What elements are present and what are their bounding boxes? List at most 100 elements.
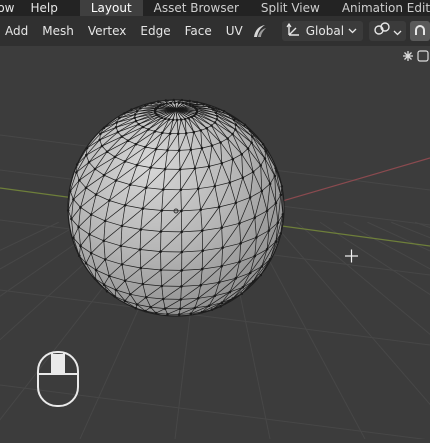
mesh-vertex[interactable] [240, 153, 243, 156]
mesh-vertex[interactable] [106, 150, 109, 153]
mesh-vertex[interactable] [215, 111, 218, 114]
mesh-vertex[interactable] [164, 168, 167, 171]
mesh-vertex[interactable] [180, 210, 183, 213]
mesh-vertex[interactable] [178, 102, 181, 105]
mesh-vertex[interactable] [85, 262, 88, 265]
mesh-vertex[interactable] [104, 220, 107, 223]
mesh-vertex[interactable] [192, 105, 195, 108]
mesh-vertex[interactable] [266, 210, 269, 213]
mesh-vertex[interactable] [205, 127, 208, 130]
mesh-vertex[interactable] [139, 107, 142, 110]
mesh-vertex[interactable] [88, 161, 91, 164]
mesh-vertex[interactable] [269, 183, 272, 186]
mesh-vertex[interactable] [140, 267, 143, 270]
mesh-vertex[interactable] [254, 216, 257, 219]
mesh-vertex[interactable] [201, 268, 204, 271]
mesh-vertex[interactable] [185, 132, 188, 135]
mesh-vertex[interactable] [121, 225, 124, 228]
mesh-vertex[interactable] [120, 245, 123, 248]
mesh-vertex[interactable] [277, 221, 280, 224]
mesh-vertex[interactable] [142, 207, 145, 210]
mesh-vertex[interactable] [169, 132, 172, 135]
transform-orientation-dropdown[interactable]: Global [282, 21, 363, 41]
mesh-vertex[interactable] [108, 199, 111, 202]
mesh-vertex[interactable] [129, 183, 132, 186]
mesh-vertex[interactable] [197, 297, 200, 300]
mesh-vertex[interactable] [124, 160, 127, 163]
mesh-vertex[interactable] [179, 168, 182, 171]
mesh-vertex[interactable] [261, 190, 264, 193]
mesh-vertex[interactable] [180, 231, 183, 234]
mesh-vertex[interactable] [115, 126, 118, 129]
mesh-vertex[interactable] [274, 175, 277, 178]
mesh-vertex[interactable] [90, 213, 93, 216]
mesh-vertex[interactable] [185, 103, 188, 106]
mesh-vertex[interactable] [184, 118, 187, 121]
mesh-vertex[interactable] [181, 251, 184, 254]
mesh-vertex[interactable] [78, 179, 81, 182]
mesh-vertex[interactable] [189, 104, 192, 107]
mesh-vertex[interactable] [77, 226, 80, 229]
mesh-vertex[interactable] [147, 128, 150, 131]
mesh-vertex[interactable] [180, 285, 183, 288]
mesh-vertex[interactable] [254, 255, 257, 258]
mesh-vertex[interactable] [197, 187, 200, 190]
mesh-vertex[interactable] [101, 145, 104, 148]
mesh-vertex[interactable] [99, 133, 102, 136]
mesh-vertex[interactable] [218, 281, 221, 284]
mesh-vertex[interactable] [85, 154, 88, 157]
tab-split-view[interactable]: Split View [250, 0, 331, 16]
tab-layout[interactable]: Layout [80, 0, 143, 16]
mesh-vertex[interactable] [275, 240, 278, 243]
mesh-vertex[interactable] [229, 181, 232, 184]
mesh-vertex[interactable] [103, 240, 106, 243]
menu-face[interactable]: Face [178, 24, 219, 38]
mesh-vertex[interactable] [201, 147, 204, 150]
mesh-vertex[interactable] [233, 119, 236, 122]
mesh-vertex[interactable] [249, 196, 252, 199]
mesh-vertex[interactable] [235, 277, 238, 280]
mesh-vertex[interactable] [261, 265, 264, 268]
mesh-vertex[interactable] [235, 202, 238, 205]
mesh-vertex[interactable] [114, 156, 117, 159]
mesh-vertex[interactable] [154, 130, 157, 133]
mesh-vertex[interactable] [161, 116, 164, 119]
mesh-vertex[interactable] [79, 245, 82, 248]
mesh-vertex[interactable] [129, 293, 132, 296]
mesh-vertex[interactable] [145, 296, 148, 299]
mesh-vertex[interactable] [115, 179, 118, 182]
mesh-vertex[interactable] [180, 269, 183, 272]
mesh-vertex[interactable] [136, 303, 139, 306]
mesh-vertex[interactable] [164, 117, 167, 120]
mesh-vertex[interactable] [121, 263, 124, 266]
mesh-vertex[interactable] [172, 119, 175, 122]
mesh-vertex[interactable] [234, 128, 237, 131]
mesh-vertex[interactable] [160, 230, 163, 233]
mesh-vertex[interactable] [134, 113, 137, 116]
mesh-vertex[interactable] [155, 148, 158, 151]
mesh-vertex[interactable] [177, 132, 180, 135]
mesh-vertex[interactable] [242, 176, 245, 179]
mesh-vertex[interactable] [211, 144, 214, 147]
snap-magnet-icon[interactable] [410, 21, 430, 41]
mesh-vertex[interactable] [210, 124, 213, 127]
mesh-vertex[interactable] [160, 269, 163, 272]
mesh-vertex[interactable] [104, 258, 107, 261]
mesh-vertex[interactable] [187, 117, 190, 120]
mesh-vertex[interactable] [149, 166, 152, 169]
mesh-vertex[interactable] [94, 168, 97, 171]
mesh-vertex[interactable] [180, 298, 183, 301]
mesh-vertex[interactable] [221, 162, 224, 165]
mesh-vertex[interactable] [103, 174, 106, 177]
mesh-vertex[interactable] [95, 193, 98, 196]
menu-mesh[interactable]: Mesh [35, 24, 81, 38]
uv-sphere-mesh[interactable] [67, 99, 284, 316]
mesh-vertex[interactable] [238, 222, 241, 225]
mesh-vertex[interactable] [124, 204, 127, 207]
mesh-vertex[interactable] [98, 139, 101, 142]
mesh-vertex[interactable] [268, 229, 271, 232]
mesh-vertex[interactable] [115, 289, 118, 292]
mesh-vertex[interactable] [161, 209, 164, 212]
mesh-vertex[interactable] [85, 187, 88, 190]
mesh-vertex[interactable] [176, 119, 179, 122]
